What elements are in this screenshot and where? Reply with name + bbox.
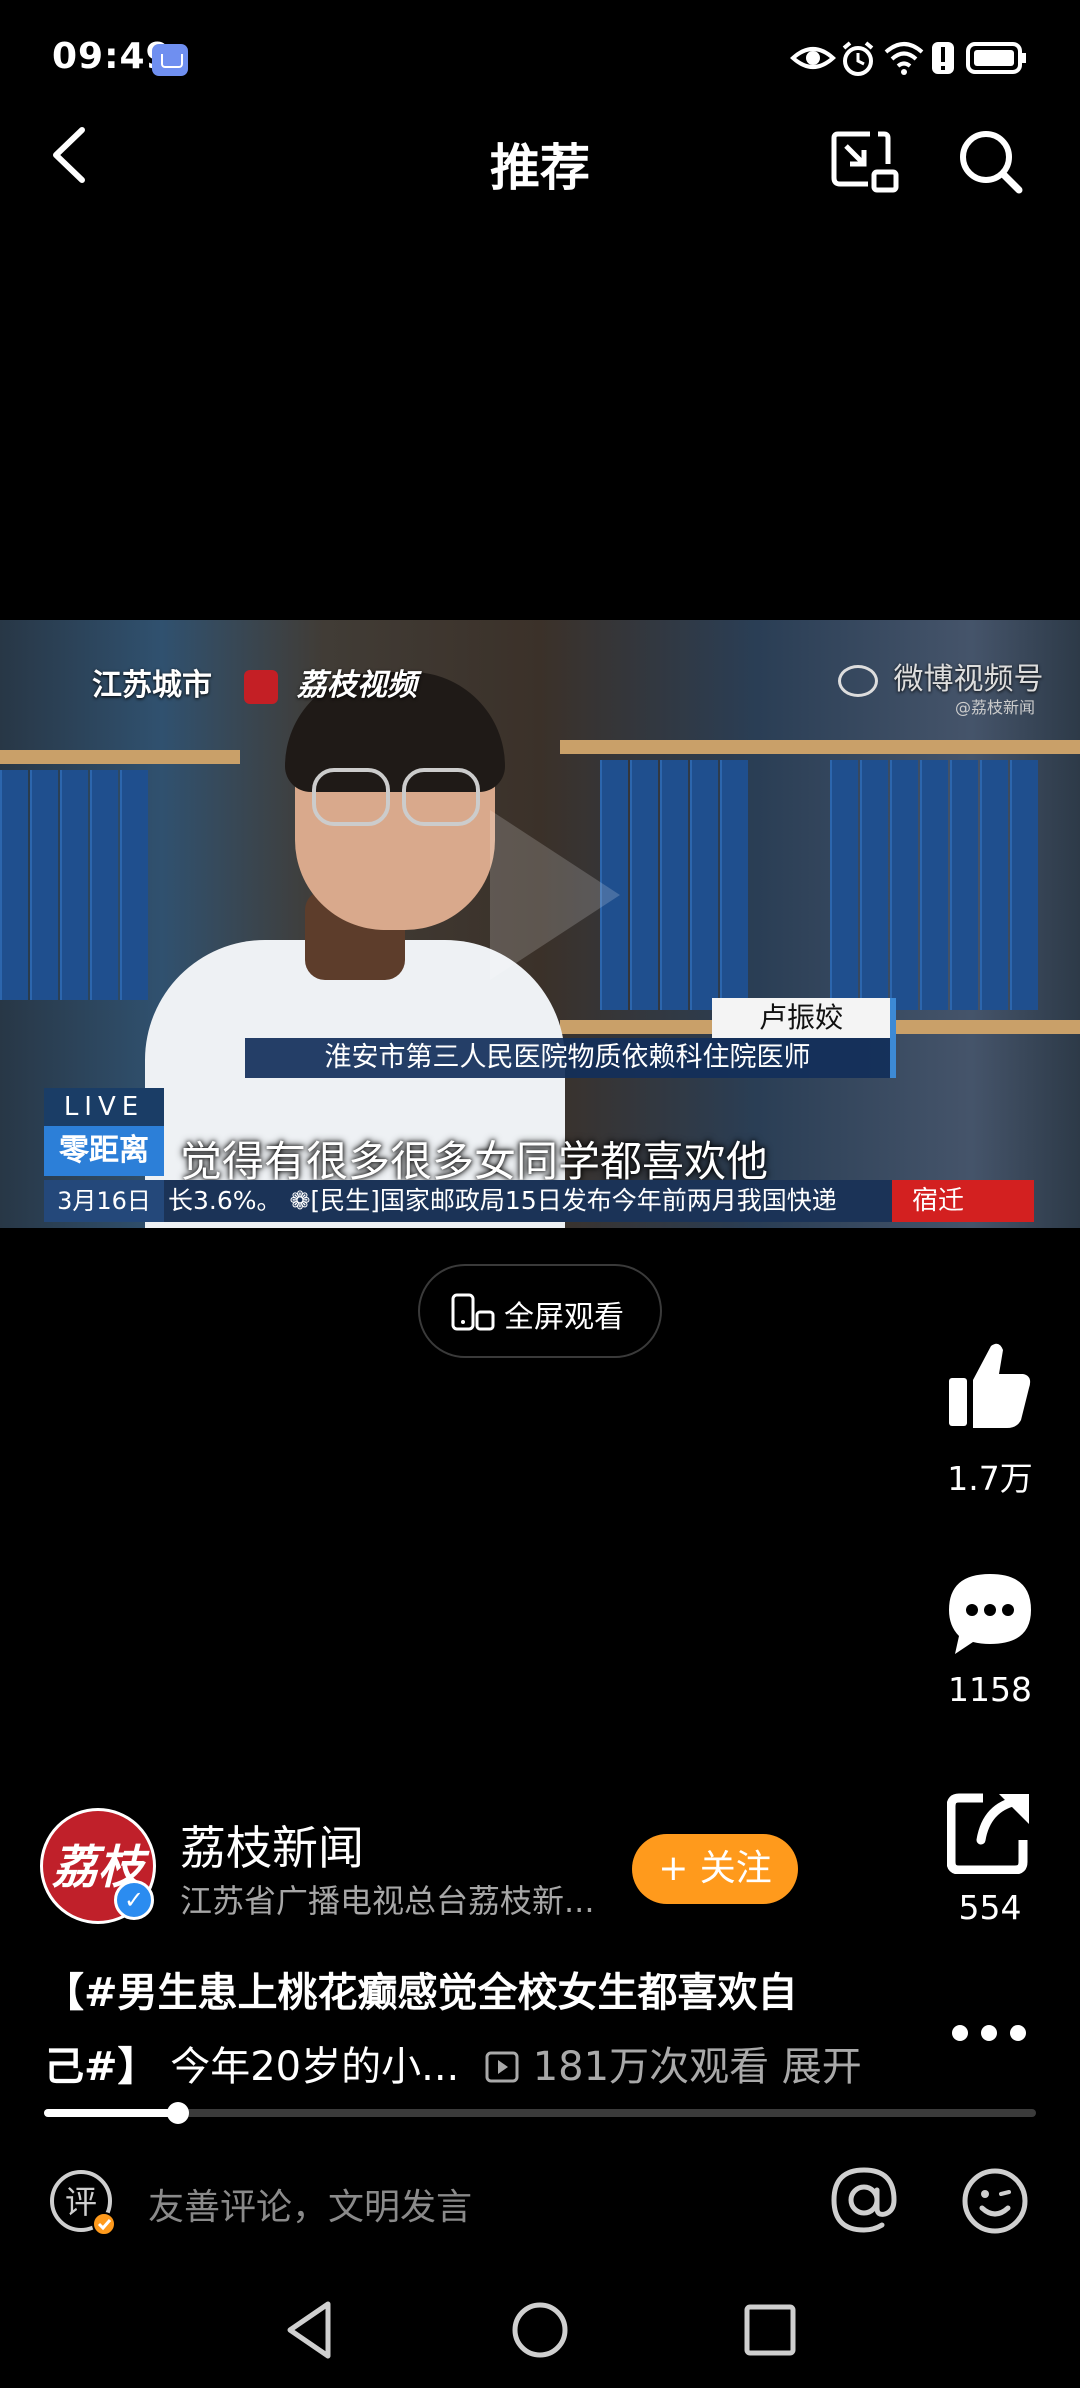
video-progress-handle[interactable]: [166, 2102, 189, 2124]
live-badge: LIVE: [44, 1088, 164, 1126]
more-options-button[interactable]: [944, 2018, 1034, 2048]
follow-button[interactable]: + 关注: [632, 1834, 798, 1904]
picture-in-picture-icon: [831, 131, 899, 193]
comment-input[interactable]: 友善评论，文明发言: [148, 2178, 472, 2230]
mention-button[interactable]: [830, 2164, 898, 2236]
video-progress-bar[interactable]: [44, 2109, 1036, 2117]
back-button[interactable]: [40, 120, 100, 190]
recents-square-icon: [744, 2304, 796, 2356]
weibo-logo-icon: [838, 664, 878, 697]
nav-recents-button[interactable]: [742, 2302, 798, 2358]
view-count: 181万次观看: [532, 2044, 770, 2090]
lizhi-logo-icon: [244, 669, 279, 704]
at-sign-icon: [831, 2167, 897, 2233]
nav-back-button[interactable]: [280, 2298, 340, 2362]
author-description: 江苏省广播电视总台荔枝新...: [180, 1882, 595, 1920]
comment-count: 1158: [948, 1670, 1032, 1709]
chevron-left-icon: [53, 127, 85, 183]
watermark-weibo-handle: @荔枝新闻: [955, 698, 1036, 717]
watermark-weibo: 微博视频号: [838, 654, 1044, 698]
fullscreen-label: 全屏观看: [504, 1300, 624, 1335]
like-count: 1.7万: [947, 1459, 1033, 1498]
play-icon: [490, 810, 620, 980]
emoji-button[interactable]: [960, 2166, 1030, 2236]
home-circle-icon: [512, 2302, 568, 2358]
caption-hashtag-end[interactable]: 己#】: [44, 2044, 158, 2090]
search-button[interactable]: [955, 126, 1025, 196]
caption-line-1: 【#男生患上桃花癫感觉全校女生都喜欢自: [44, 1970, 798, 2016]
page-title: 推荐: [490, 139, 590, 197]
share-button[interactable]: 554: [920, 1790, 1060, 1930]
caption-text: 今年20岁的小...: [170, 2044, 460, 2090]
watermark-broadcaster: 江苏城市 荔枝视频: [92, 660, 417, 704]
ticker-location: 宿迁: [892, 1180, 1034, 1222]
smiley-icon: [962, 2168, 1028, 2234]
nav-home-button[interactable]: [510, 2300, 570, 2360]
program-logo: 零距离: [44, 1126, 164, 1176]
notification-app-icon: [152, 44, 188, 76]
search-icon: [960, 131, 1023, 194]
watermark-weibo-text: 微博视频号: [893, 662, 1044, 697]
eye-icon: [790, 47, 836, 69]
rotate-screen-icon: [451, 1293, 495, 1331]
video-subject-glasses: [402, 768, 480, 826]
picture-in-picture-button[interactable]: [830, 128, 900, 194]
like-button[interactable]: 1.7万: [920, 1340, 1060, 1498]
ticker-date: 3月16日: [44, 1180, 164, 1222]
lower-third-name: 卢振姣: [712, 998, 896, 1038]
video-player[interactable]: 江苏城市 荔枝视频 微博视频号 @荔枝新闻 卢振姣 淮安市第三人民医院物质依赖科…: [0, 620, 1080, 1228]
expand-link[interactable]: 展开: [782, 2044, 862, 2090]
thumbs-up-icon: [949, 1343, 1031, 1428]
fullscreen-button[interactable]: 全屏观看: [418, 1264, 662, 1358]
battery-icon: [966, 42, 1026, 74]
comment-compose-icon[interactable]: 评: [48, 2168, 116, 2236]
share-icon: [947, 1793, 1029, 1874]
video-progress-fill: [44, 2109, 178, 2117]
video-subject-glasses: [312, 768, 390, 826]
status-bar: 09:49: [0, 0, 1080, 110]
play-count-icon: [485, 2051, 519, 2083]
share-count: 554: [958, 1888, 1022, 1927]
caption-line-2: 己#】 今年20岁的小... 181万次观看 展开: [44, 2034, 862, 2092]
author-name[interactable]: 荔枝新闻: [180, 1812, 364, 1878]
comment-compose-text: 评: [65, 2183, 97, 2221]
watermark-brand: 荔枝视频: [296, 668, 417, 703]
ticker-text: 长3.6%。 ❁[民生]国家邮政局15日发布今年前两月我国快递: [168, 1186, 837, 1215]
wifi-icon: [884, 42, 924, 75]
alert-icon: [932, 42, 954, 74]
comment-compose-circle-icon: 评: [50, 2170, 116, 2236]
watermark-channel: 江苏城市: [92, 668, 212, 703]
more-dots-icon: [952, 2025, 1026, 2041]
verified-badge-icon: ✓: [114, 1880, 154, 1920]
comment-button[interactable]: 1158: [920, 1570, 1060, 1710]
alarm-icon: [842, 41, 874, 76]
back-triangle-icon: [287, 2301, 331, 2359]
comment-bubble-icon: [949, 1574, 1031, 1654]
lower-third-title: 淮安市第三人民医院物质依赖科住院医师: [245, 1038, 896, 1078]
